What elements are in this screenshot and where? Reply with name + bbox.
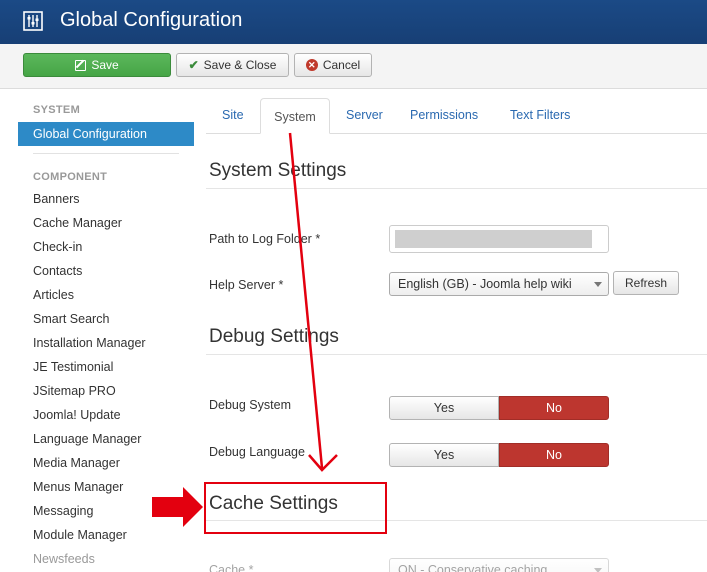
annotation-pointer-line bbox=[288, 132, 324, 469]
annotation-arrows bbox=[152, 132, 338, 527]
annotation-side-arrow bbox=[152, 487, 203, 527]
annotation-pointer-head bbox=[308, 454, 338, 472]
